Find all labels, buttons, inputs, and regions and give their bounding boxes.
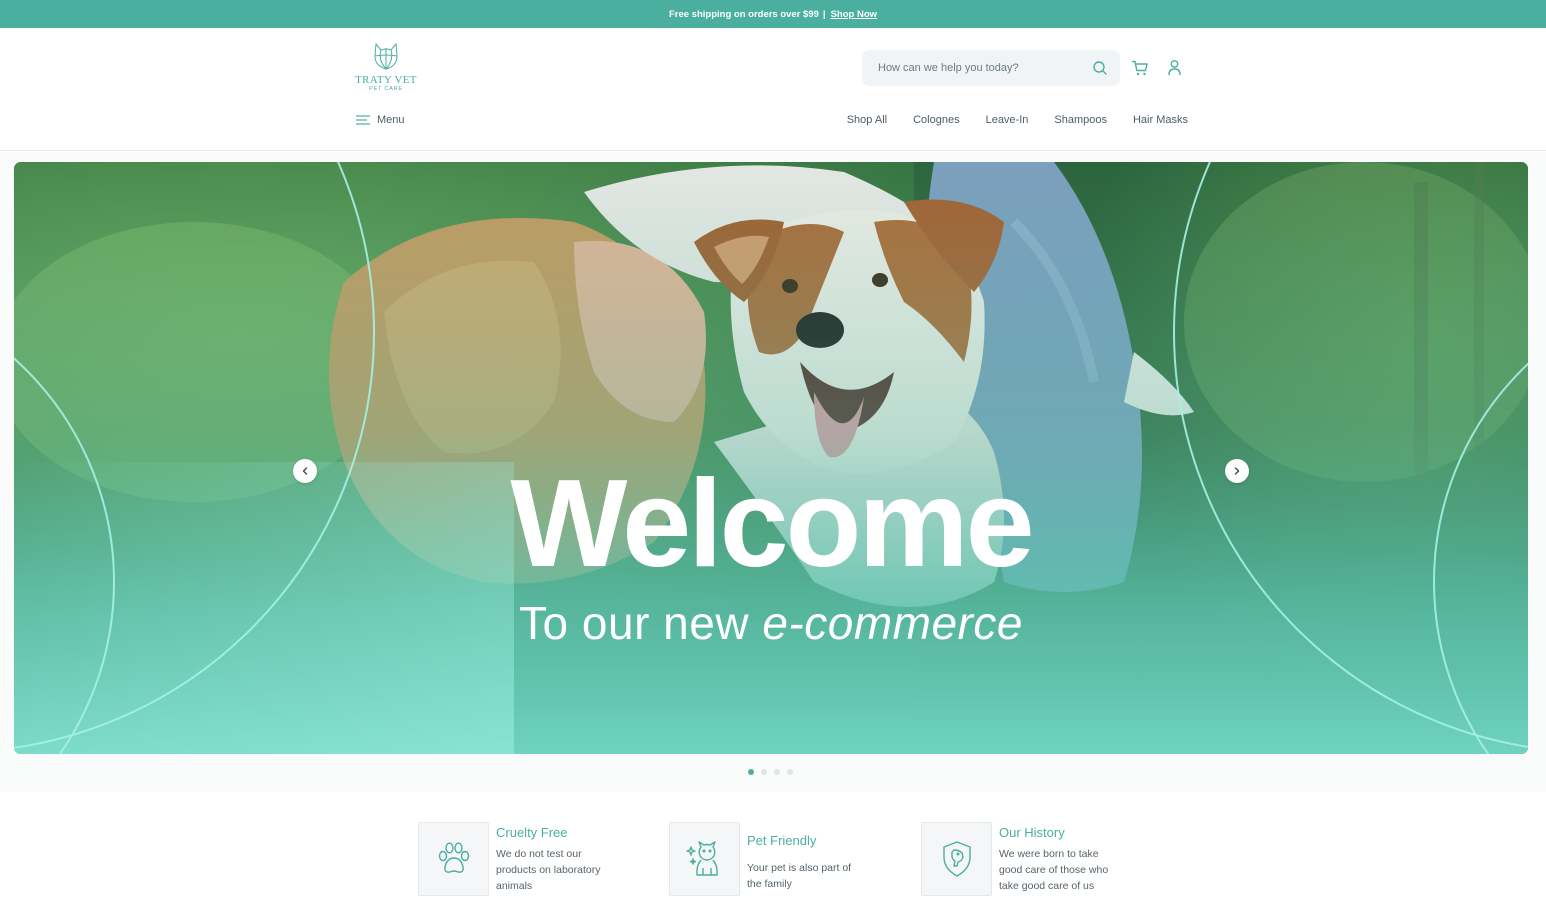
paw-icon bbox=[438, 842, 469, 873]
announcement-text: Free shipping on orders over $99 bbox=[668, 8, 819, 20]
chevron-right-icon bbox=[1234, 467, 1240, 475]
hero-subtitle: To our new e-commerce bbox=[14, 600, 1528, 646]
search-icon[interactable] bbox=[1092, 60, 1108, 76]
menu-button[interactable]: Menu bbox=[356, 114, 405, 126]
dog-sparkle-icon bbox=[685, 841, 718, 876]
feature-description: We do not test our products on laborator… bbox=[496, 848, 601, 892]
shop-now-link[interactable]: Shop Now bbox=[831, 9, 877, 20]
chevron-left-icon bbox=[302, 467, 308, 475]
feature-description: Your pet is also part of the family bbox=[747, 862, 852, 890]
slide-dot-3[interactable] bbox=[774, 769, 780, 775]
cart-icon[interactable] bbox=[1131, 59, 1149, 77]
feature-icon-box bbox=[418, 822, 489, 896]
announcement-separator: | bbox=[822, 8, 826, 20]
feature-title: Our History bbox=[999, 825, 1065, 840]
announcement-bar: Free shipping on orders over $99 | Shop … bbox=[0, 0, 1546, 28]
feature-title: Pet Friendly bbox=[747, 833, 817, 848]
nav-shop-all[interactable]: Shop All bbox=[847, 114, 887, 126]
slide-indicators bbox=[748, 769, 793, 775]
hamburger-icon bbox=[356, 115, 370, 125]
cat-logo-icon bbox=[374, 42, 398, 70]
nav-colognes[interactable]: Colognes bbox=[913, 114, 959, 126]
hero-title: Welcome bbox=[510, 455, 1034, 593]
hero-subtitle-plain: To our new bbox=[519, 597, 763, 649]
prev-slide-button[interactable] bbox=[293, 459, 317, 483]
user-icon[interactable] bbox=[1166, 59, 1183, 76]
slide-dot-4[interactable] bbox=[787, 769, 793, 775]
slide-dot-1[interactable] bbox=[748, 769, 754, 775]
next-slide-button[interactable] bbox=[1225, 459, 1249, 483]
logo[interactable]: TRATY VET PET CARE bbox=[354, 40, 418, 98]
feature-icon-box bbox=[921, 822, 992, 896]
shield-dog-icon bbox=[942, 841, 971, 877]
site-header: TRATY VET PET CARE Menu Shop All Cologne… bbox=[0, 28, 1546, 151]
feature-our-history: Our History We were born to take good ca… bbox=[921, 822, 1124, 896]
feature-title: Cruelty Free bbox=[496, 825, 568, 840]
logo-subtitle: PET CARE bbox=[369, 86, 403, 92]
slide-dot-2[interactable] bbox=[761, 769, 767, 775]
logo-brand: TRATY VET bbox=[355, 74, 417, 86]
nav-hair-masks[interactable]: Hair Masks bbox=[1133, 114, 1188, 126]
main-nav: Shop All Colognes Leave-In Shampoos Hair… bbox=[847, 114, 1188, 126]
feature-icon-box bbox=[669, 822, 740, 896]
search-input[interactable] bbox=[878, 62, 1092, 74]
feature-cruelty-free: Cruelty Free We do not test our products… bbox=[418, 822, 616, 896]
nav-leave-in[interactable]: Leave-In bbox=[986, 114, 1029, 126]
hero-banner: Welcome To our new e-commerce bbox=[14, 162, 1528, 754]
search-bar bbox=[862, 50, 1120, 86]
feature-pet-friendly: Pet Friendly Your pet is also part of th… bbox=[669, 822, 867, 896]
hero-subtitle-italic: e-commerce bbox=[762, 597, 1023, 649]
menu-label: Menu bbox=[377, 114, 405, 126]
feature-description: We were born to take good care of those … bbox=[999, 848, 1109, 892]
nav-shampoos[interactable]: Shampoos bbox=[1054, 114, 1107, 126]
